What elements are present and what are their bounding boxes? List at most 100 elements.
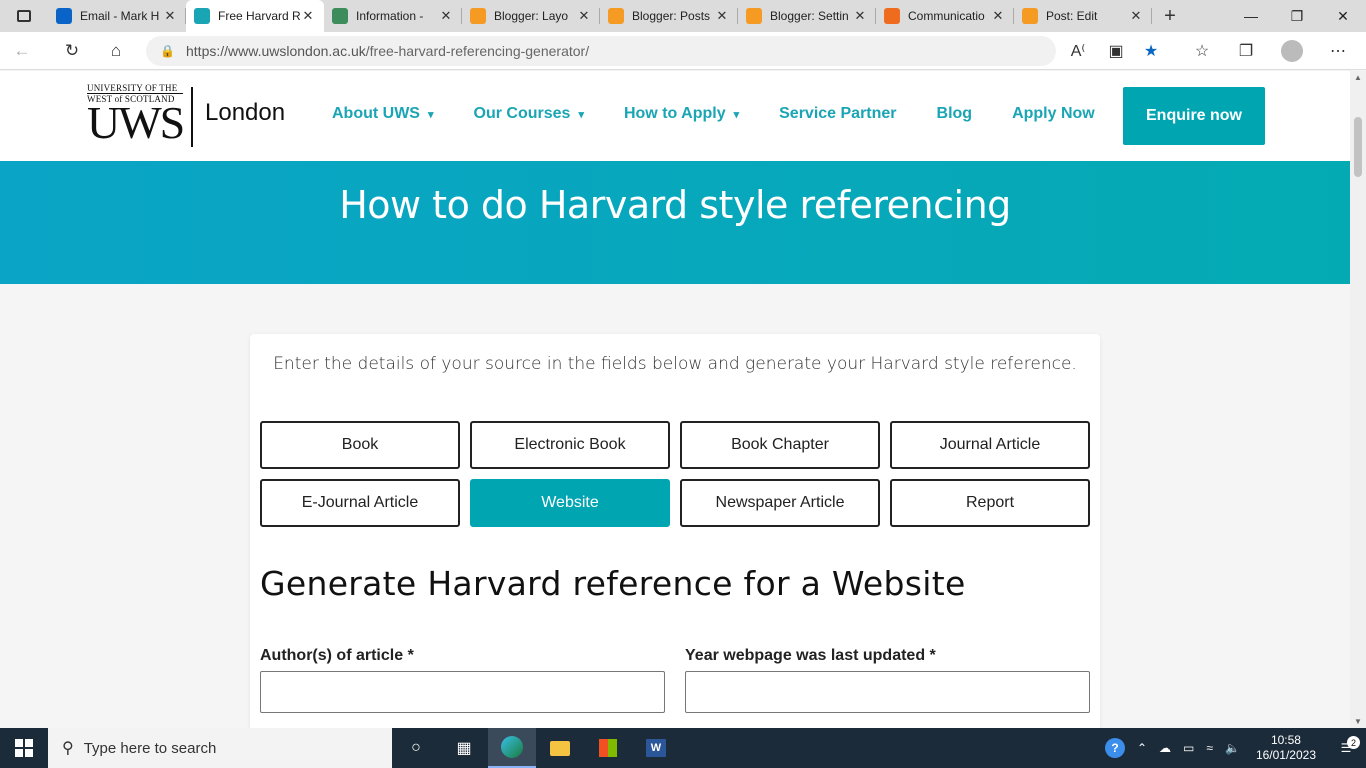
uws-london-logo[interactable]: UNIVERSITY OF THE WEST of SCOTLAND UWS L…: [87, 83, 287, 149]
source-type-button[interactable]: Electronic Book: [470, 421, 670, 469]
search-icon: ⚲: [62, 740, 74, 757]
back-button[interactable]: ←: [0, 32, 44, 70]
home-button[interactable]: ⌂: [94, 32, 138, 70]
nav-item[interactable]: About UWS ▾: [332, 105, 434, 123]
settings-more-icon[interactable]: ⋯: [1316, 41, 1360, 61]
tab-actions-icon: [17, 10, 31, 22]
browser-tab[interactable]: Post: Edit ✕: [1014, 0, 1152, 32]
close-tab-icon[interactable]: ✕: [1128, 8, 1144, 24]
browser-tab[interactable]: Email - Mark H ✕: [48, 0, 186, 32]
close-tab-icon[interactable]: ✕: [438, 8, 454, 24]
source-type-button[interactable]: Journal Article: [890, 421, 1090, 469]
source-type-button[interactable]: Book: [260, 421, 460, 469]
favorites-icon[interactable]: ☆: [1180, 41, 1224, 61]
page-viewport: UNIVERSITY OF THE WEST of SCOTLAND UWS L…: [0, 71, 1350, 728]
collections-icon[interactable]: ❐: [1224, 41, 1268, 61]
help-icon[interactable]: ?: [1104, 738, 1125, 758]
window-controls: — ❐ ✕: [1228, 0, 1366, 32]
edge-browser-icon[interactable]: [488, 728, 536, 768]
nav-item[interactable]: Apply Now: [1012, 105, 1095, 123]
tab-title: Blogger: Settin: [770, 9, 849, 23]
taskbar-search-box[interactable]: ⚲ Type here to search: [48, 728, 392, 768]
enquire-now-button[interactable]: Enquire now: [1123, 87, 1265, 145]
clock-time: 10:58: [1270, 733, 1301, 747]
nav-item[interactable]: How to Apply ▾: [624, 105, 739, 123]
tab-title: Free Harvard R: [218, 9, 300, 23]
blogger-icon: [1022, 8, 1038, 24]
outlook-icon: [56, 8, 72, 24]
volume-icon[interactable]: 🔈: [1219, 741, 1246, 755]
author-field-group: Author(s) of article *: [260, 647, 665, 713]
browser-tab[interactable]: Information - ✕: [324, 0, 462, 32]
close-tab-icon[interactable]: ✕: [300, 8, 316, 24]
minimize-button[interactable]: —: [1228, 0, 1274, 32]
lock-icon: 🔒: [160, 44, 175, 58]
favorite-star-icon[interactable]: ★: [1129, 41, 1173, 61]
clock-date: 16/01/2023: [1255, 748, 1316, 762]
source-type-button[interactable]: Report: [890, 479, 1090, 527]
browser-tab[interactable]: Blogger: Layo ✕: [462, 0, 600, 32]
restore-button[interactable]: ❐: [1274, 0, 1320, 32]
profile-avatar[interactable]: [1270, 40, 1314, 62]
url-field[interactable]: 🔒 https://www.uwslondon.ac.uk/free-harva…: [146, 36, 1056, 66]
nav-item[interactable]: Our Courses ▾: [474, 105, 584, 123]
logo-uws-mark: UWS: [87, 97, 185, 148]
source-type-button[interactable]: Book Chapter: [680, 421, 880, 469]
notification-center-icon[interactable]: ☰ 2: [1326, 736, 1366, 755]
close-window-button[interactable]: ✕: [1320, 0, 1366, 32]
clock[interactable]: 10:58 16/01/2023: [1246, 733, 1326, 763]
main-navigation: About UWS ▾ Our Courses ▾ How to Apply ▾ Servi…: [332, 105, 1135, 123]
browser-tab[interactable]: Free Harvard R ✕: [186, 0, 324, 32]
year-field-group: Year webpage was last updated *: [685, 647, 1090, 713]
refresh-button[interactable]: ↻: [50, 32, 94, 70]
close-tab-icon[interactable]: ✕: [852, 8, 868, 24]
year-input[interactable]: [685, 671, 1090, 713]
nav-item-label: About UWS: [332, 105, 420, 122]
start-button[interactable]: [0, 728, 48, 768]
tab-title: Information -: [356, 9, 424, 23]
generator-intro: Enter the details of your source in the …: [273, 354, 1077, 374]
tab-actions-button[interactable]: [0, 0, 48, 32]
browser-tab[interactable]: Blogger: Posts ✕: [600, 0, 738, 32]
scroll-down-icon[interactable]: ▼: [1350, 717, 1366, 726]
file-explorer-icon[interactable]: [536, 728, 584, 768]
source-type-button[interactable]: E-Journal Article: [260, 479, 460, 527]
close-tab-icon[interactable]: ✕: [714, 8, 730, 24]
tab-title: Communicatio: [908, 9, 985, 23]
uws-icon: [194, 8, 210, 24]
site-header: UNIVERSITY OF THE WEST of SCOTLAND UWS L…: [0, 71, 1350, 161]
chevron-down-icon: ▾: [578, 108, 584, 121]
store-icon[interactable]: [584, 728, 632, 768]
scroll-up-icon[interactable]: ▲: [1350, 73, 1366, 82]
author-label: Author(s) of article *: [260, 647, 414, 664]
word-icon[interactable]: W: [632, 728, 680, 768]
windows-logo-icon: [15, 739, 33, 757]
browser-tab[interactable]: Communicatio ✕: [876, 0, 1014, 32]
url-path: /free-harvard-referencing-generator/: [365, 43, 590, 59]
close-tab-icon[interactable]: ✕: [990, 8, 1006, 24]
browser-tab[interactable]: Blogger: Settin ✕: [738, 0, 876, 32]
onedrive-icon[interactable]: ☁: [1153, 741, 1177, 755]
close-tab-icon[interactable]: ✕: [576, 8, 592, 24]
show-hidden-icons[interactable]: ⌃: [1131, 741, 1153, 755]
nav-item[interactable]: Service Partner: [779, 105, 896, 123]
cortana-icon[interactable]: ○: [392, 728, 440, 768]
tab-separator: [1151, 8, 1152, 24]
blogger-icon: [470, 8, 486, 24]
search-placeholder: Type here to search: [83, 739, 217, 757]
chevron-down-icon: ▾: [733, 108, 740, 121]
nav-item-label: Service Partner: [779, 105, 897, 122]
browser-tab-strip: Email - Mark H ✕ Free Harvard R ✕ Informatio…: [0, 0, 1366, 32]
close-tab-icon[interactable]: ✕: [162, 8, 178, 24]
source-type-button[interactable]: Newspaper Article: [680, 479, 880, 527]
page-scrollbar[interactable]: ▲ ▼: [1350, 71, 1366, 728]
wifi-icon[interactable]: ≈: [1200, 741, 1219, 755]
author-input[interactable]: [260, 671, 665, 713]
system-tray: ? ⌃ ☁ ▭ ≈ 🔈 10:58 16/01/2023 ☰ 2: [1104, 728, 1366, 768]
scrollbar-thumb[interactable]: [1354, 117, 1362, 177]
nav-item[interactable]: Blog: [937, 105, 973, 123]
new-tab-button[interactable]: +: [1152, 0, 1188, 32]
battery-icon[interactable]: ▭: [1177, 741, 1200, 755]
task-view-icon[interactable]: ▦: [440, 728, 488, 768]
source-type-button[interactable]: Website: [470, 479, 670, 527]
